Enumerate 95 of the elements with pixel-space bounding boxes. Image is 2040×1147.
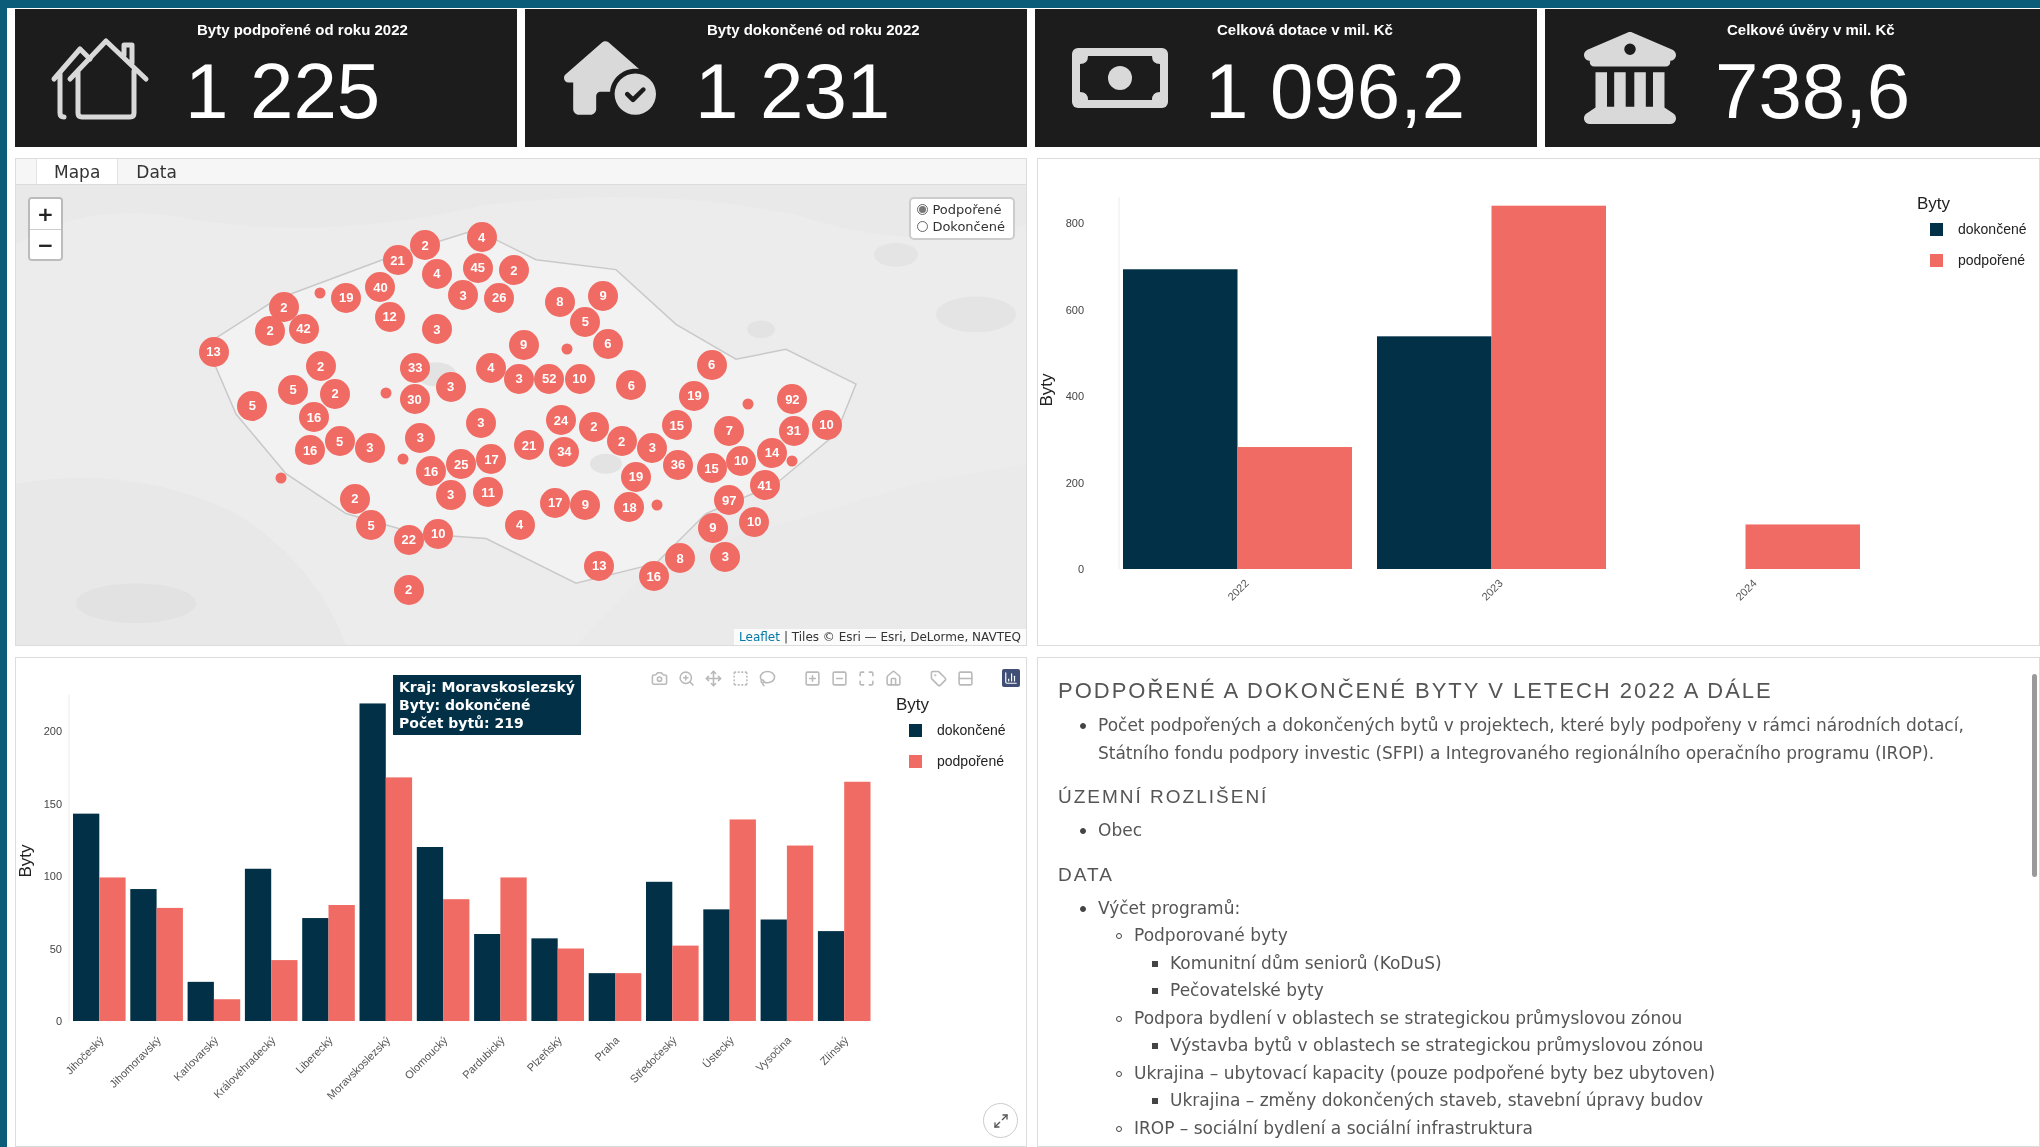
- legend-label[interactable]: dokončené: [1958, 221, 2027, 237]
- hover-tooltip: Kraj: Moravskoslezský Byty: dokončené Počet bytů: 219: [393, 675, 581, 735]
- attribution-link[interactable]: Leaflet: [739, 630, 780, 644]
- bank-icon: [1584, 32, 1676, 124]
- bar[interactable]: [646, 881, 673, 1021]
- axis-tick-label: 50: [49, 942, 62, 955]
- list-item-text: Ukrajina – ubytovací kapacity (pouze podpořené byty bez ubytoven): [1134, 1061, 1716, 1085]
- zoom-out-icon[interactable]: [831, 669, 848, 687]
- axis-tick-label: 0: [1077, 563, 1084, 575]
- bar[interactable]: [73, 813, 100, 1021]
- bullet-icon: [1152, 960, 1158, 967]
- camera-icon[interactable]: [651, 669, 668, 687]
- point-marker[interactable]: [786, 455, 798, 467]
- point-marker[interactable]: [651, 499, 663, 511]
- legend-label[interactable]: dokončené: [937, 722, 1006, 738]
- bar[interactable]: [474, 934, 501, 1021]
- bar[interactable]: [244, 868, 272, 1021]
- kpi-title: Celkové úvěry v mil. Kč: [1727, 21, 1895, 38]
- chart-logo-icon[interactable]: [1002, 669, 1020, 687]
- scrollbar-thumb[interactable]: [2032, 674, 2037, 877]
- bar[interactable]: [786, 845, 814, 1021]
- list-item-text: IROP – sociální bydlení a sociální infrastruktura: [1134, 1116, 1533, 1140]
- legend-title: Byty: [1917, 194, 1951, 213]
- box-select-icon[interactable]: [732, 669, 749, 687]
- point-marker[interactable]: [561, 343, 573, 355]
- axis-tick-label: 400: [1065, 390, 1084, 402]
- radio-option[interactable]: Dokončené: [917, 219, 1005, 234]
- axis-tick-label: 100: [43, 870, 62, 882]
- legend-title: Byty: [896, 695, 930, 714]
- point-marker[interactable]: [742, 398, 754, 410]
- expand-icon: [992, 1112, 1009, 1129]
- radio-option[interactable]: Podpořené: [917, 202, 1005, 217]
- kpi-value: 1 225: [185, 52, 381, 130]
- section-heading: ÚZEMNÍ ROZLIŠENÍ: [1058, 785, 1270, 809]
- bullet-icon: [1152, 988, 1158, 994]
- bullet-icon: [1080, 905, 1086, 912]
- axis-tick-label: 200: [43, 725, 62, 737]
- section-heading: DATA: [1058, 862, 1115, 887]
- tag-icon[interactable]: [930, 669, 947, 687]
- axis-tick-label: 600: [1065, 303, 1084, 316]
- bullet-icon: [1152, 1043, 1158, 1049]
- list-item-text: Pečovatelské byty: [1170, 979, 1324, 1002]
- kpi-title: Celková dotace v mil. Kč: [1217, 21, 1393, 38]
- move-icon[interactable]: [705, 669, 722, 687]
- bar[interactable]: [760, 919, 787, 1021]
- bar[interactable]: [359, 703, 386, 1021]
- kpi-title: Byty podpořené od roku 2022: [197, 21, 408, 38]
- kpi-value: 1 231: [695, 52, 891, 130]
- attribution-text: | Tiles © Esri — Esri, DeLorme, NAVTEQ: [783, 630, 1021, 644]
- point-marker[interactable]: [275, 472, 287, 484]
- bar[interactable]: [213, 999, 241, 1021]
- list-item-text: Obec: [1098, 819, 1142, 842]
- zoom-in-button[interactable]: +: [30, 199, 61, 229]
- axis-tick-label: 150: [43, 797, 62, 810]
- axis-tick-label: 200: [1065, 476, 1084, 489]
- legend-label[interactable]: podpořené: [1958, 252, 2025, 268]
- list-item-text: Výčet programů:: [1098, 896, 1241, 920]
- list-item-text: Počet podpořených a dokončených bytů v projektech, které byly podpořeny v rámci národních dotací, Státního fondu podpory investic (SFPI) a Integrovaného regionálního operačního programu (IROP).: [1098, 714, 1965, 765]
- expand-button[interactable]: [983, 1103, 1018, 1138]
- point-marker[interactable]: [380, 387, 392, 399]
- houses-icon: [50, 35, 150, 121]
- section-heading: PODPOŘENÉ A DOKONČENÉ BYTY V LETECH 2022 A DÁLE: [1058, 677, 1774, 705]
- axis-tick-label: 0: [55, 1015, 62, 1027]
- zoom-out-button[interactable]: −: [30, 229, 61, 259]
- list-item-text: Výstavba bytů v oblastech se strategickou průmyslovou zónou: [1170, 1034, 1704, 1057]
- kpi-value: 1 096,2: [1205, 52, 1466, 130]
- bar[interactable]: [385, 777, 413, 1021]
- lasso-icon[interactable]: [759, 669, 776, 687]
- bar[interactable]: [588, 973, 615, 1021]
- tab[interactable]: Mapa: [36, 159, 119, 184]
- kpi-title: Byty dokončené od roku 2022: [707, 21, 920, 38]
- axis-title: Byty: [16, 844, 35, 878]
- bullet-icon: [1080, 723, 1086, 729]
- list-item-text: Podpora bydlení v oblastech se strategickou průmyslovou zónou: [1134, 1006, 1683, 1030]
- list-item-text: Komunitní dům seniorů (KoDuS): [1170, 951, 1442, 975]
- autoscale-icon[interactable]: [858, 669, 875, 687]
- point-marker[interactable]: [397, 453, 409, 465]
- bar[interactable]: [416, 847, 444, 1021]
- bullet-icon: [1080, 828, 1086, 834]
- legend-label[interactable]: podpořené: [937, 753, 1004, 769]
- zoom-icon[interactable]: [678, 669, 695, 687]
- axis-tick-label: 800: [1065, 217, 1084, 229]
- point-marker[interactable]: [314, 287, 326, 299]
- bullet-icon: [1152, 1098, 1158, 1104]
- compare-icon[interactable]: [957, 669, 974, 687]
- bar[interactable]: [817, 931, 845, 1021]
- zoom-in-icon[interactable]: [804, 669, 821, 687]
- list-item-text: Ukrajina – změny dokončených staveb, stavební úpravy budov: [1170, 1089, 1704, 1112]
- tab[interactable]: Data: [118, 159, 195, 184]
- home-icon[interactable]: [885, 669, 902, 687]
- bar[interactable]: [187, 981, 214, 1021]
- axis-title: Byty: [1038, 373, 1056, 407]
- list-item-text: Podporované byty: [1134, 924, 1288, 947]
- banknote-icon: [1072, 48, 1168, 108]
- kpi-value: 738,6: [1715, 52, 1911, 130]
